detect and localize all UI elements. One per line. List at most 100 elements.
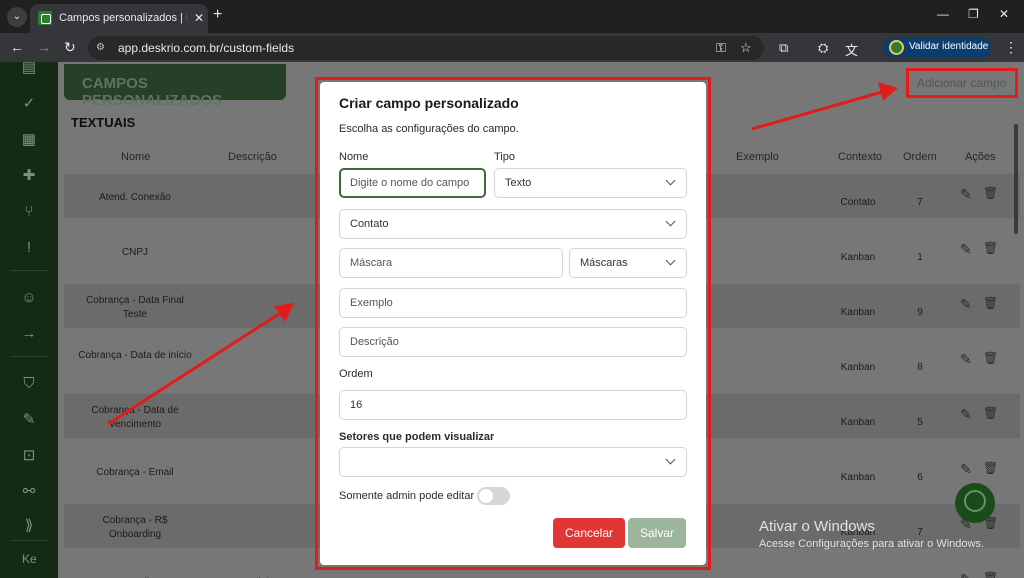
cell-ordem: 8: [917, 362, 923, 373]
cell-ordem: 1: [917, 252, 923, 263]
exemplo-input[interactable]: Exemplo: [339, 288, 687, 318]
cell-contexto: Kanban: [840, 472, 876, 483]
incognito-icon[interactable]: ⛭: [818, 40, 828, 56]
windows-watermark-subtitle: Acesse Configurações para ativar o Windo…: [759, 538, 984, 550]
edit-pencil-icon[interactable]: ✎: [960, 571, 972, 578]
create-field-modal: Criar campo personalizado Escolha as con…: [320, 82, 706, 565]
header-ordem[interactable]: Ordem: [903, 151, 937, 163]
add-field-button[interactable]: Adicionar campo: [906, 68, 1018, 98]
address-bar[interactable]: ⚙ app.deskrio.com.br/custom-fields ⚿ ☆: [88, 36, 764, 60]
delete-trash-icon[interactable]: 🗑: [983, 296, 998, 310]
bookmark-star-icon[interactable]: ☆: [740, 40, 752, 56]
page-title: CAMPOS PERSONALIZADOS: [82, 75, 223, 109]
edit-pencil-icon[interactable]: ✎: [960, 186, 972, 203]
header-contexto[interactable]: Contexto: [838, 151, 882, 163]
descricao-placeholder: Descrição: [350, 336, 399, 348]
exemplo-placeholder: Exemplo: [350, 297, 393, 309]
tab-title: Campos personalizados | Deskrio: [59, 12, 187, 24]
admin-toggle[interactable]: [477, 487, 510, 505]
section-title: TEXTUAIS: [71, 115, 136, 130]
site-info-icon[interactable]: ⚙: [96, 42, 108, 54]
tipo-select[interactable]: Texto: [494, 168, 687, 198]
check-circle-icon[interactable]: ✓: [19, 94, 39, 114]
cell-nome: Atend. Conexão: [99, 192, 171, 203]
edit-pencil-icon[interactable]: ✎: [960, 406, 972, 423]
new-tab-button[interactable]: +: [213, 7, 222, 23]
browser-menu-icon[interactable]: ⋮: [1004, 39, 1018, 56]
edit-pencil-icon[interactable]: ✎: [960, 351, 972, 368]
close-window-button[interactable]: ✕: [999, 7, 1009, 21]
back-arrow-icon[interactable]: ←: [10, 38, 24, 56]
nome-label: Nome: [339, 151, 369, 163]
edit-pencil-icon[interactable]: ✎: [960, 461, 972, 478]
tipo-value: Texto: [505, 177, 532, 189]
transfer-arrow-icon[interactable]: →: [19, 324, 39, 344]
contexto-select[interactable]: Contato: [339, 209, 687, 239]
admin-toggle-label: Somente admin pode editar: [339, 490, 475, 502]
cell-nome: Cobrança - Data Final Teste: [86, 295, 184, 320]
delete-trash-icon[interactable]: 🗑: [983, 406, 998, 420]
mascara-placeholder: Máscara: [350, 257, 393, 269]
mascaras-select[interactable]: Máscaras: [569, 248, 687, 278]
delete-trash-icon[interactable]: 🗑: [983, 186, 998, 200]
url-text[interactable]: app.deskrio.com.br/custom-fields: [118, 41, 294, 55]
cell-nome: Cobrança - Email: [96, 467, 174, 478]
header-exemplo[interactable]: Exemplo: [736, 151, 779, 163]
validar-identidade-button[interactable]: Validar identidade: [883, 37, 991, 58]
mascara-input[interactable]: Máscara: [339, 248, 563, 278]
webhook-icon[interactable]: ⚯: [19, 482, 39, 502]
users-icon[interactable]: ☺: [19, 288, 39, 308]
save-button[interactable]: Salvar: [628, 518, 686, 548]
minimize-button[interactable]: —: [937, 7, 949, 21]
shield-icon[interactable]: ⛉: [19, 374, 39, 394]
restore-button[interactable]: ❐: [968, 7, 979, 21]
alert-message-icon[interactable]: !: [19, 238, 39, 258]
delete-trash-icon[interactable]: 🗑: [983, 461, 998, 475]
schedule-icon[interactable]: ▦: [19, 130, 39, 150]
reload-icon[interactable]: ↻: [64, 38, 76, 56]
edit-pencil-icon[interactable]: ✎: [960, 241, 972, 258]
add-message-icon[interactable]: ✚: [19, 166, 39, 186]
calendar-icon[interactable]: ▤: [19, 62, 39, 78]
descricao-input[interactable]: Descrição: [339, 327, 687, 357]
nome-input[interactable]: Digite o nome do campo: [339, 168, 486, 198]
setores-label: Setores que podem visualizar: [339, 431, 495, 443]
cell-nome: Cobrança - Data de início: [78, 350, 192, 361]
cell-contexto: Kanban: [840, 362, 876, 373]
chevron-down-icon: [665, 255, 676, 266]
password-key-icon[interactable]: ⚿: [716, 40, 726, 56]
ordem-input[interactable]: 16: [339, 390, 687, 420]
flow-icon[interactable]: ⑂: [19, 202, 39, 222]
scrollbar[interactable]: [1014, 124, 1018, 234]
chevron-down-icon: [665, 216, 676, 227]
chat-button[interactable]: [955, 483, 995, 523]
sidebar-divider: [10, 270, 48, 271]
tab-close-icon[interactable]: ✕: [194, 11, 204, 25]
cell-contexto: Kanban: [840, 307, 876, 318]
tags-icon[interactable]: ⟫: [19, 516, 39, 536]
header-descricao[interactable]: Descrição: [228, 151, 277, 163]
validar-label: Validar identidade: [909, 41, 989, 52]
gov-seal-icon: [889, 40, 904, 55]
extensions-icon[interactable]: ⧉: [779, 40, 788, 56]
setores-select[interactable]: [339, 447, 687, 477]
edit-form-icon[interactable]: ✎: [19, 410, 39, 430]
delete-trash-icon[interactable]: 🗑: [983, 571, 998, 578]
cancel-button[interactable]: Cancelar: [553, 518, 625, 548]
delete-trash-icon[interactable]: 🗑: [983, 241, 998, 255]
user-initials[interactable]: Ke: [22, 552, 37, 566]
tab-search-icon[interactable]: ⌄: [7, 7, 27, 27]
delete-trash-icon[interactable]: 🗑: [983, 351, 998, 365]
browser-tab[interactable]: Campos personalizados | Deskrio ✕: [30, 4, 208, 33]
forward-arrow-icon[interactable]: →: [37, 38, 51, 56]
cell-contexto: Contato: [840, 197, 876, 208]
cell-nome: Cobrança - Data de Vencimento: [91, 405, 179, 430]
cell-nome: CNPJ: [121, 247, 149, 258]
deskrio-favicon-icon: [38, 11, 52, 25]
edit-pencil-icon[interactable]: ✎: [960, 296, 972, 313]
add-field-label: Adicionar campo: [917, 76, 1007, 90]
header-nome[interactable]: Nome: [121, 151, 150, 163]
modal-title: Criar campo personalizado: [339, 95, 519, 111]
translate-icon[interactable]: 文: [845, 40, 858, 59]
bot-icon[interactable]: ⊡: [19, 446, 39, 466]
